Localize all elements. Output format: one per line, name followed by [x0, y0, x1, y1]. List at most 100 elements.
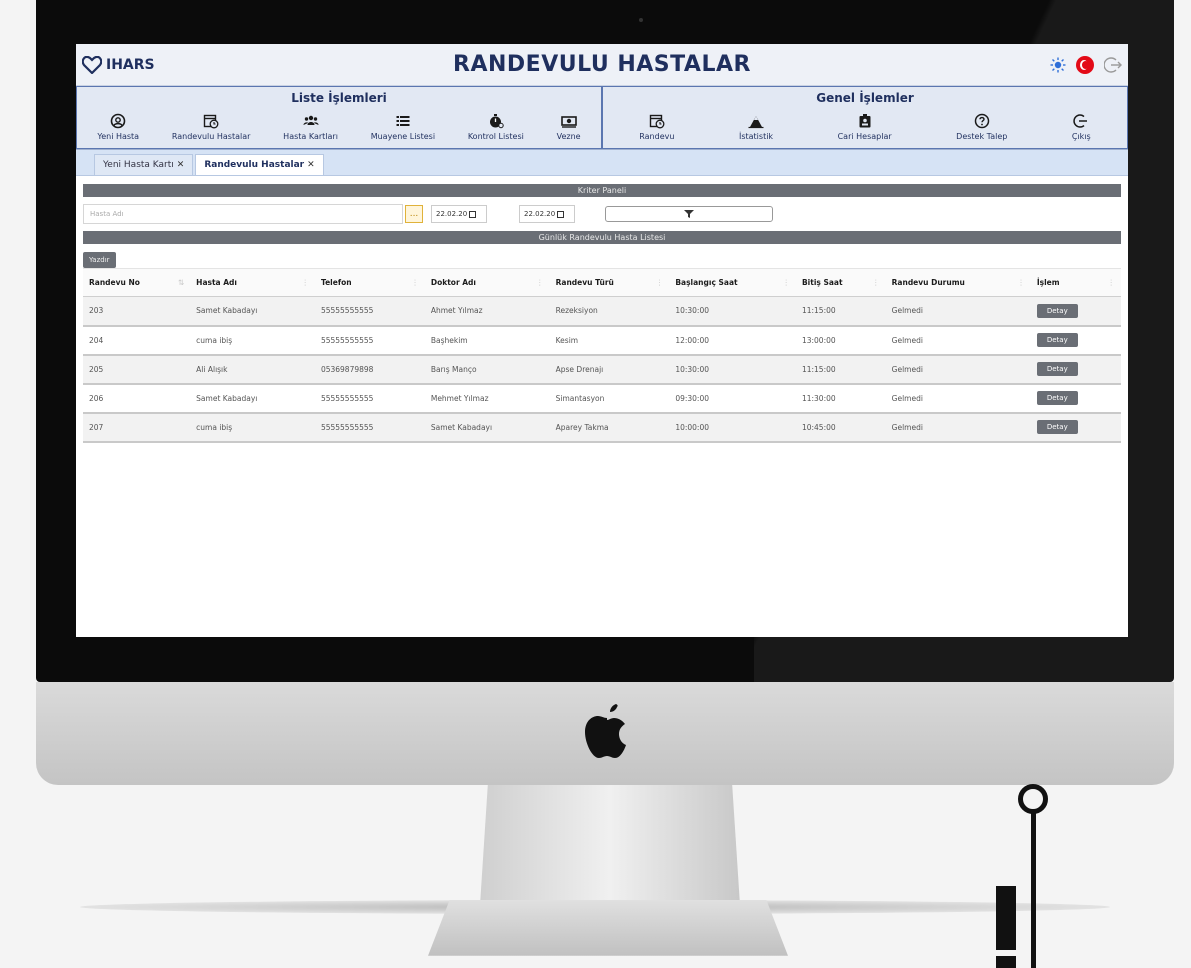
menu-item-randevu[interactable]: Randevu [639, 113, 674, 141]
table-header-row: Randevu No ⇅ Hasta Adı ⋮ Telefon ⋮ Doktor A… [83, 268, 1121, 297]
calendar-clock-icon [203, 114, 219, 128]
table-row[interactable]: 206 Samet Kabadayı 55555555555 Mehmet Yı… [83, 384, 1121, 413]
cell-randevu-durumu: Gelmedi [891, 306, 923, 316]
cell-bitis-saat: 11:15:00 [801, 306, 836, 316]
detail-button[interactable]: Detay [1036, 391, 1078, 405]
menu-item-muayene-listesi[interactable]: Muayene Listesi [371, 113, 435, 141]
table-row[interactable]: 207 cuma ibiş 55555555555 Samet Kabadayı… [83, 412, 1121, 442]
filter-dropdown[interactable] [605, 206, 773, 222]
theme-toggle-icon[interactable] [1050, 57, 1066, 73]
user-circle-icon [110, 113, 126, 128]
menu-group-title: Genel İşlemler [816, 91, 914, 105]
cell-randevu-turu: Kesim [555, 335, 579, 345]
menu-group-liste: Liste İşlemleri Yeni Hasta Randevulu Has… [76, 86, 602, 149]
column-header[interactable]: Doktor Adı ⋮ [424, 268, 550, 297]
tab-randevulu-hastalar[interactable]: Randevulu Hastalar ✕ [195, 154, 324, 175]
sort-icon[interactable]: ⋮ [872, 278, 880, 287]
decorative-pin [1031, 800, 1036, 968]
imac-stand-neck [480, 785, 740, 905]
table-row[interactable]: 205 Ali Alışık 05369879898 Barış Manço A… [83, 354, 1121, 384]
cell-randevu-no: 203 [89, 306, 104, 316]
camera-icon [639, 18, 643, 22]
sort-icon[interactable]: ⋮ [1017, 278, 1025, 287]
cell-baslangic-saat: 12:00:00 [675, 335, 709, 345]
print-button[interactable]: Yazdır [83, 252, 116, 268]
column-header[interactable]: Randevu Türü ⋮ [549, 268, 670, 297]
cell-hasta-adi: cuma ibiş [196, 335, 233, 345]
sort-icon[interactable]: ⇅ [178, 278, 184, 287]
column-header[interactable]: İşlem ⋮ [1030, 268, 1121, 297]
detail-button[interactable]: Detay [1036, 333, 1078, 347]
page-title: RANDEVULU HASTALAR [453, 52, 751, 77]
cash-icon [560, 115, 577, 128]
cell-telefon: 55555555555 [320, 422, 374, 432]
detail-button[interactable]: Detay [1036, 362, 1078, 376]
menu-item-label: Cari Hesaplar [837, 131, 892, 141]
menu-item-label: Hasta Kartları [283, 131, 338, 141]
filter-icon [684, 210, 694, 218]
sort-icon[interactable]: ⋮ [782, 278, 790, 287]
menu-item-hasta-kartlari[interactable]: Hasta Kartları [283, 113, 338, 141]
column-header[interactable]: Telefon ⋮ [314, 268, 425, 297]
date-to-value: 22.02.20 [524, 210, 556, 218]
menu-item-randevulu-hastalar[interactable]: Randevulu Hastalar [171, 113, 251, 141]
close-icon[interactable]: ✕ [177, 160, 185, 170]
menu-item-label: Randevulu Hastalar [171, 131, 251, 141]
cell-baslangic-saat: 09:30:00 [675, 393, 709, 403]
menu-item-yeni-hasta[interactable]: Yeni Hasta [97, 113, 139, 141]
calendar-clock-icon [649, 114, 665, 128]
tab-bar: Yeni Hasta Kartı ✕ Randevulu Hastalar ✕ [76, 150, 1128, 176]
sort-icon[interactable]: ⋮ [536, 278, 544, 287]
tab-yeni-hasta-karti[interactable]: Yeni Hasta Kartı ✕ [94, 154, 194, 175]
cell-hasta-adi: Samet Kabadayı [196, 306, 258, 316]
table-row[interactable]: 203 Samet Kabadayı 55555555555 Ahmet Yıl… [83, 296, 1121, 326]
cell-telefon: 55555555555 [320, 335, 374, 345]
calendar-icon[interactable] [469, 210, 477, 218]
help-icon [974, 113, 989, 128]
app-logo[interactable]: IHARS [82, 55, 155, 74]
close-icon[interactable]: ✕ [307, 160, 315, 170]
criteria-panel: Hasta Adı ... 22.02.20 22.02.20 [76, 197, 1128, 231]
calendar-icon[interactable] [557, 210, 565, 218]
date-to-input[interactable]: 22.02.20 [519, 205, 575, 223]
menu-item-kontrol-listesi[interactable]: Kontrol Listesi [468, 113, 524, 141]
column-header[interactable]: Bitiş Saat ⋮ [795, 268, 886, 297]
browse-button[interactable]: ... [405, 205, 423, 223]
menu-item-vezne[interactable]: Vezne [557, 113, 581, 141]
column-header[interactable]: Randevu No ⇅ [83, 268, 191, 297]
detail-button[interactable]: Detay [1036, 420, 1078, 434]
cell-randevu-turu: Simantasyon [555, 393, 605, 403]
date-from-input[interactable]: 22.02.20 [431, 205, 487, 223]
column-header-label: Bitiş Saat [801, 278, 843, 287]
menu-item-cari-hesaplar[interactable]: Cari Hesaplar [838, 113, 892, 141]
logo-text: IHARS [106, 56, 155, 73]
patient-name-input[interactable]: Hasta Adı [83, 204, 403, 224]
menu-item-istatistik[interactable]: İstatistik [739, 113, 773, 141]
cell-randevu-turu: Aparey Takma [555, 422, 609, 432]
menu-group-title: Liste İşlemleri [291, 91, 387, 105]
column-header-label: İşlem [1036, 278, 1060, 287]
table-row[interactable]: 204 cuma ibiş 55555555555 Başhekim Kesim… [83, 326, 1121, 355]
sort-icon[interactable]: ⋮ [411, 278, 419, 287]
app-screen: IHARS RANDEVULU HASTALAR Liste İşlemleri… [76, 44, 1128, 637]
sort-icon[interactable]: ⋮ [656, 278, 664, 287]
sort-icon[interactable]: ⋮ [1108, 278, 1116, 287]
column-header[interactable]: Hasta Adı ⋮ [190, 268, 315, 297]
detail-button[interactable]: Detay [1036, 303, 1078, 318]
stopwatch-icon [489, 113, 504, 128]
menu-item-destek-talep[interactable]: Destek Talep [956, 113, 1007, 141]
exit-icon[interactable] [1104, 56, 1122, 74]
menu-item-cikis[interactable]: Çıkış [1072, 113, 1091, 141]
cell-randevu-durumu: Gelmedi [891, 393, 923, 403]
cell-randevu-turu: Rezeksiyon [555, 306, 598, 316]
column-header[interactable]: Başlangıç Saat ⋮ [669, 268, 796, 297]
imac-stand-foot [428, 900, 788, 956]
column-header-label: Randevu No [89, 278, 140, 287]
turkish-flag-icon[interactable] [1076, 55, 1094, 74]
logout-icon [1073, 113, 1088, 128]
cell-randevu-no: 206 [89, 393, 104, 403]
cell-hasta-adi: cuma ibiş [196, 422, 233, 432]
cell-telefon: 05369879898 [320, 364, 374, 374]
column-header[interactable]: Randevu Durumu ⋮ [885, 268, 1031, 297]
sort-icon[interactable]: ⋮ [301, 278, 309, 287]
